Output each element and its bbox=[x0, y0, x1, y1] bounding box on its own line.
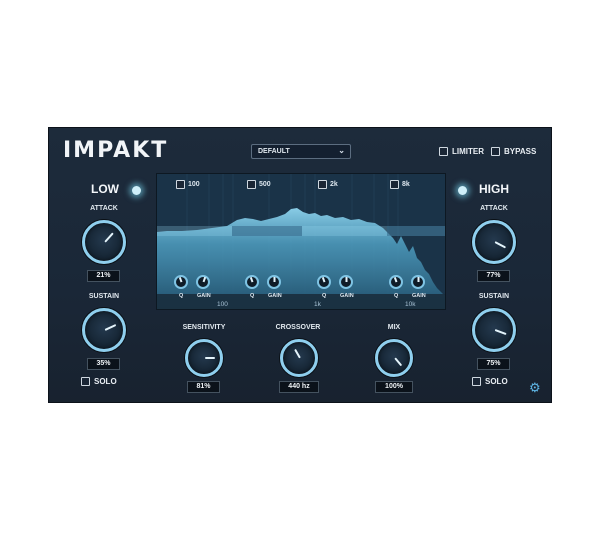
band-3-checkbox[interactable] bbox=[318, 180, 327, 189]
high-solo-checkbox[interactable] bbox=[472, 377, 481, 386]
freq-label-10k: 10k bbox=[405, 301, 416, 308]
band-4-q-knob[interactable] bbox=[389, 275, 403, 289]
low-solo-label: SOLO bbox=[94, 377, 117, 386]
knob-indicator bbox=[494, 329, 507, 336]
knob-indicator bbox=[394, 277, 398, 283]
high-attack-label: ATTACK bbox=[480, 205, 508, 212]
high-sustain-knob[interactable] bbox=[472, 308, 516, 352]
band-2-label: 500 bbox=[259, 181, 271, 188]
sensitivity-label: SENSITIVITY bbox=[182, 324, 226, 331]
low-band-title: LOW bbox=[91, 182, 119, 196]
knob-indicator bbox=[322, 277, 326, 283]
knob-indicator bbox=[179, 277, 183, 283]
mix-knob[interactable] bbox=[375, 339, 413, 377]
low-solo-checkbox[interactable] bbox=[81, 377, 90, 386]
band-2-gain-label: GAIN bbox=[268, 293, 282, 299]
band-1-q-knob[interactable] bbox=[174, 275, 188, 289]
mix-label: MIX bbox=[387, 324, 401, 331]
high-band-title: HIGH bbox=[479, 182, 509, 196]
low-attack-knob[interactable] bbox=[82, 220, 126, 264]
band-4-q-label: Q bbox=[394, 293, 399, 299]
preset-dropdown[interactable]: DEFAULT ⌄ bbox=[251, 144, 351, 159]
spectrum-graph bbox=[157, 174, 445, 309]
sensitivity-value: 81% bbox=[187, 381, 220, 393]
limiter-checkbox[interactable] bbox=[439, 147, 448, 156]
knob-indicator bbox=[418, 277, 420, 282]
high-solo-label: SOLO bbox=[485, 377, 508, 386]
high-attack-knob[interactable] bbox=[472, 220, 516, 264]
chevron-down-icon: ⌄ bbox=[338, 146, 345, 155]
low-attack-label: ATTACK bbox=[90, 205, 118, 212]
mix-value: 100% bbox=[375, 381, 413, 393]
knob-indicator bbox=[203, 277, 207, 283]
high-sustain-label: SUSTAIN bbox=[478, 293, 510, 300]
knob-indicator bbox=[294, 348, 301, 359]
app-logo: IMPAKT bbox=[63, 138, 169, 163]
knob-indicator bbox=[274, 277, 276, 282]
gear-icon[interactable]: ⚙ bbox=[529, 380, 541, 396]
band-1-q-label: Q bbox=[179, 293, 184, 299]
band-3-gain-label: GAIN bbox=[340, 293, 354, 299]
band-4-gain-knob[interactable] bbox=[411, 275, 425, 289]
crossover-value: 440 hz bbox=[279, 381, 319, 393]
band-2-q-knob[interactable] bbox=[245, 275, 259, 289]
knob-indicator bbox=[394, 357, 403, 367]
band-3-gain-knob[interactable] bbox=[339, 275, 353, 289]
knob-indicator bbox=[104, 324, 117, 331]
low-attack-value: 21% bbox=[87, 270, 120, 282]
knob-indicator bbox=[250, 277, 254, 283]
band-1-gain-label: GAIN bbox=[197, 293, 211, 299]
low-band-led[interactable] bbox=[132, 186, 141, 195]
band-3-label: 2k bbox=[330, 181, 338, 188]
plugin-window: IMPAKT DEFAULT ⌄ LIMITER BYPASS LOW ATTA… bbox=[48, 127, 552, 403]
band-2-checkbox[interactable] bbox=[247, 180, 256, 189]
freq-label-100: 100 bbox=[217, 301, 228, 308]
band-3-q-label: Q bbox=[322, 293, 327, 299]
limiter-label: LIMITER bbox=[452, 147, 484, 156]
knob-indicator bbox=[494, 241, 507, 249]
crossover-knob[interactable] bbox=[280, 339, 318, 377]
freq-label-1k: 1k bbox=[314, 301, 321, 308]
knob-indicator bbox=[346, 277, 348, 282]
band-4-checkbox[interactable] bbox=[390, 180, 399, 189]
band-4-gain-label: GAIN bbox=[412, 293, 426, 299]
crossover-label: CROSSOVER bbox=[275, 324, 321, 331]
high-attack-value: 77% bbox=[477, 270, 510, 282]
band-1-checkbox[interactable] bbox=[176, 180, 185, 189]
low-sustain-value: 35% bbox=[87, 358, 120, 370]
bypass-label: BYPASS bbox=[504, 147, 537, 156]
bypass-checkbox[interactable] bbox=[491, 147, 500, 156]
band-4-label: 8k bbox=[402, 181, 410, 188]
band-2-q-label: Q bbox=[250, 293, 255, 299]
band-2-gain-knob[interactable] bbox=[267, 275, 281, 289]
band-1-label: 100 bbox=[188, 181, 200, 188]
low-sustain-label: SUSTAIN bbox=[88, 293, 120, 300]
knob-indicator bbox=[205, 357, 215, 359]
sensitivity-knob[interactable] bbox=[185, 339, 223, 377]
knob-indicator bbox=[104, 232, 114, 243]
low-sustain-knob[interactable] bbox=[82, 308, 126, 352]
band-3-q-knob[interactable] bbox=[317, 275, 331, 289]
high-sustain-value: 75% bbox=[477, 358, 510, 370]
eq-display[interactable]: 100 500 2k 8k Q GAIN Q GAIN Q GAIN Q GAI… bbox=[156, 173, 446, 310]
band-1-gain-knob[interactable] bbox=[196, 275, 210, 289]
preset-value: DEFAULT bbox=[258, 148, 290, 155]
high-band-led[interactable] bbox=[458, 186, 467, 195]
